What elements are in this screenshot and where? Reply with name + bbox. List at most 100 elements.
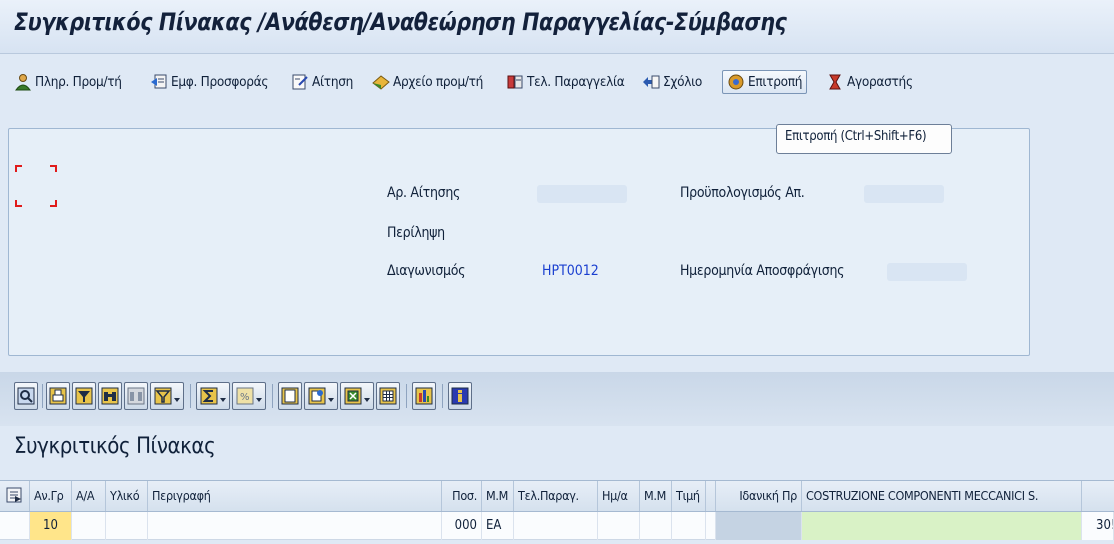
- cell-vendor[interactable]: [802, 512, 1082, 540]
- focus-corner-top-left: [15, 165, 22, 172]
- details-icon: [17, 387, 35, 405]
- budget-label: Προϋπολογισμός Απ.: [680, 185, 805, 201]
- cell-spacer: [706, 512, 716, 540]
- summary-label: Περίληψη: [387, 225, 445, 241]
- final-order-button[interactable]: Τελ. Παραγγελία: [506, 70, 625, 94]
- cell-date[interactable]: [598, 512, 640, 540]
- separator: [442, 384, 443, 408]
- application-toolbar: Πληρ. Προμ/τή Εμφ. Προσφοράς Αίτηση Αρχε…: [0, 56, 1114, 116]
- committee-button[interactable]: Επιτροπή: [722, 70, 808, 94]
- find-button[interactable]: [98, 382, 122, 410]
- sum-button[interactable]: [196, 382, 230, 410]
- column-header[interactable]: Περιγραφή: [148, 481, 442, 511]
- column-header[interactable]: Ιδανική Πρ: [716, 481, 802, 511]
- select-all-button[interactable]: [0, 481, 30, 511]
- info-button[interactable]: [448, 382, 472, 410]
- chevron-down-icon: [174, 398, 180, 402]
- column-header[interactable]: Υλικό: [106, 481, 148, 511]
- cell-overflow[interactable]: 30!: [1082, 512, 1114, 540]
- column-header[interactable]: COSTRUZIONE COMPONENTI MECCANICI S.: [802, 481, 1082, 511]
- grid-toolbar: %: [0, 372, 1114, 426]
- cell-price[interactable]: [672, 512, 706, 540]
- details-button[interactable]: [14, 382, 38, 410]
- column-header[interactable]: Α/Α: [72, 481, 106, 511]
- comment-button[interactable]: Σχόλιο: [642, 70, 702, 94]
- request-button[interactable]: Αίτηση: [291, 70, 353, 94]
- cell-description[interactable]: [148, 512, 442, 540]
- column-header[interactable]: Αν.Γρ: [30, 481, 72, 511]
- vendor-file-icon: [372, 73, 390, 91]
- separator: [42, 384, 43, 408]
- tender-value[interactable]: HPT0012: [542, 263, 599, 279]
- separator: [406, 384, 407, 408]
- svg-text:%: %: [240, 392, 250, 403]
- set-filter-button[interactable]: [150, 382, 184, 410]
- column-header-spacer: [706, 481, 716, 511]
- cell-qty[interactable]: 000: [442, 512, 482, 540]
- row-selector[interactable]: [0, 512, 30, 540]
- export-button[interactable]: [304, 382, 338, 410]
- focus-corner-bottom-right: [50, 200, 57, 207]
- request-no-field[interactable]: [537, 185, 627, 203]
- final-order-icon: [506, 73, 524, 91]
- cell-aa[interactable]: [72, 512, 106, 540]
- column-header[interactable]: Τιμή: [672, 481, 706, 511]
- filter-button[interactable]: [72, 382, 96, 410]
- spreadsheet-button[interactable]: [340, 382, 374, 410]
- column-header[interactable]: Ποσ.: [442, 481, 482, 511]
- focus-corner-top-right: [50, 165, 57, 172]
- unseal-date-field[interactable]: [887, 263, 967, 281]
- print-preview-button[interactable]: [278, 382, 302, 410]
- budget-field[interactable]: [864, 185, 944, 203]
- cell-material[interactable]: [106, 512, 148, 540]
- show-offer-button[interactable]: Εμφ. Προσφοράς: [150, 70, 268, 94]
- committee-tooltip: Επιτροπή (Ctrl+Shift+F6): [776, 124, 952, 154]
- info-icon: [451, 387, 469, 405]
- separator: [272, 384, 273, 408]
- grid-layout-button[interactable]: [376, 382, 400, 410]
- column-header[interactable]: Μ.Μ: [640, 481, 672, 511]
- chevron-down-icon: [256, 398, 262, 402]
- cell-final-order[interactable]: [514, 512, 598, 540]
- title-bar: Συγκριτικός Πίνακας /Ανάθεση/Αναθεώρηση …: [0, 0, 1114, 54]
- column-header[interactable]: Ημ/α: [598, 481, 640, 511]
- focus-corner-bottom-left: [15, 200, 22, 207]
- header-panel: Αρ. Αίτησης Περίληψη Διαγωνισμός HPT0012…: [8, 128, 1030, 356]
- filter-icon: [75, 387, 93, 405]
- cell-av-gr[interactable]: 10: [30, 512, 72, 540]
- offer-display-icon: [150, 73, 168, 91]
- chart-button[interactable]: [412, 382, 436, 410]
- comment-icon: [642, 73, 660, 91]
- chevron-down-icon: [328, 398, 334, 402]
- spreadsheet-icon: [344, 387, 362, 405]
- table-header: Αν.Γρ Α/Α Υλικό Περιγραφή Ποσ. Μ.Μ Τελ.Π…: [0, 480, 1114, 512]
- export-icon: [308, 387, 326, 405]
- request-no-label: Αρ. Αίτησης: [387, 185, 461, 201]
- chart-icon: [415, 387, 433, 405]
- find-icon: [101, 387, 119, 405]
- buyer-icon: [826, 73, 844, 91]
- separator: [190, 384, 191, 408]
- column-header[interactable]: Μ.Μ: [482, 481, 514, 511]
- find-next-icon: [127, 387, 145, 405]
- find-next-button[interactable]: [124, 382, 148, 410]
- person-info-icon: [14, 73, 32, 91]
- chevron-down-icon: [220, 398, 226, 402]
- tender-label: Διαγωνισμός: [387, 263, 466, 279]
- cell-uom[interactable]: EA: [482, 512, 514, 540]
- column-header[interactable]: Τελ.Παραγ.: [514, 481, 598, 511]
- buyer-button[interactable]: Αγοραστής: [826, 70, 913, 94]
- set-filter-icon: [154, 387, 172, 405]
- print-preview-icon: [281, 387, 299, 405]
- request-document-icon: [291, 73, 309, 91]
- cell-uom2[interactable]: [640, 512, 672, 540]
- cell-ideal[interactable]: [716, 512, 802, 540]
- vendor-info-button[interactable]: Πληρ. Προμ/τή: [14, 70, 122, 94]
- vendor-file-button[interactable]: Αρχείο προμ/τή: [372, 70, 483, 94]
- table-row[interactable]: 10 000 EA 30!: [0, 512, 1114, 540]
- subtotal-button[interactable]: %: [232, 382, 266, 410]
- print-button[interactable]: [46, 382, 70, 410]
- committee-icon: [727, 73, 745, 91]
- select-all-icon: [6, 487, 22, 503]
- chevron-down-icon: [364, 398, 370, 402]
